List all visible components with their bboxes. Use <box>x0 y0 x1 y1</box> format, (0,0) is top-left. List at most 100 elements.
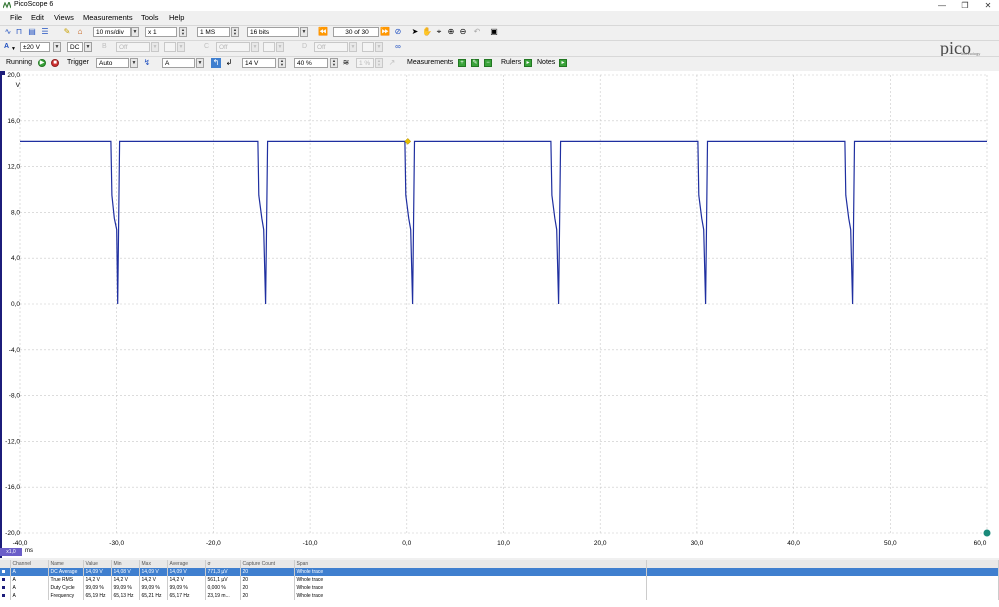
table-cell: Whole trace <box>294 568 647 576</box>
trigger-marker <box>404 138 412 145</box>
chevron-down-icon[interactable]: ▼ <box>300 27 308 37</box>
table-cell: 14,09 V <box>83 568 112 576</box>
table-cell: A <box>10 584 49 592</box>
menu-bar: File Edit Views Measurements Tools Help <box>0 11 999 24</box>
measurement-row[interactable]: A DC Average 14,09 V 14,08 V 14,09 V 14,09 V7… <box>0 568 999 576</box>
timebase-select[interactable]: 10 ms/div <box>93 27 131 37</box>
zoom-spinner[interactable]: ▲ ▼ <box>179 27 187 37</box>
menu-file[interactable]: File <box>10 13 22 22</box>
table-cell: True RMS <box>48 576 84 584</box>
notes-toggle-icon[interactable]: ▸ <box>559 59 567 67</box>
row-marker-header <box>0 560 11 568</box>
menu-measurements[interactable]: Measurements <box>83 13 133 22</box>
edit-measurement-icon[interactable]: ✎ <box>471 59 479 67</box>
serial-decode-icon[interactable]: ☰ <box>40 27 50 37</box>
table-cell: 65,13 Hz <box>111 592 140 600</box>
start-icon[interactable]: ▶ <box>38 59 46 67</box>
column-header[interactable]: Value <box>83 560 112 568</box>
rewind-icon[interactable]: ⏪ <box>318 27 328 37</box>
buffer-navigator[interactable]: 30 of 30 <box>333 27 379 37</box>
x-tick-label: 40,0 <box>787 540 800 547</box>
y-tick-label: -20,0 <box>5 530 20 537</box>
column-header[interactable]: Channel <box>10 560 49 568</box>
close-icon[interactable]: ✕ <box>976 0 999 11</box>
range-select[interactable]: ±20 V <box>20 42 50 52</box>
table-cell: 14,2 V <box>167 576 206 584</box>
trigger-mode-select[interactable]: Auto <box>96 58 129 68</box>
table-cell: 14,09 V <box>167 568 206 576</box>
channel-a-label[interactable]: A <box>4 43 9 50</box>
zoom-out-icon[interactable]: ⊖ <box>458 27 468 37</box>
chevron-down-icon[interactable]: ▼ <box>130 58 138 68</box>
column-header[interactable]: Name <box>48 560 84 568</box>
column-header[interactable]: σ <box>205 560 241 568</box>
cell-filler <box>646 568 999 576</box>
chevron-down-icon[interactable]: ▼ <box>196 58 204 68</box>
threshold-spinner[interactable]: ▲ ▼ <box>278 58 286 68</box>
zoom-fit-icon[interactable]: ▣ <box>489 27 499 37</box>
restore-icon[interactable]: ❐ <box>953 0 977 11</box>
table-cell: 20 <box>240 592 295 600</box>
notes-label: Notes <box>537 59 556 66</box>
pointer-tool-icon[interactable]: ➤ <box>410 27 420 37</box>
column-header[interactable]: Average <box>167 560 206 568</box>
probe-icon[interactable]: ✎ <box>62 27 72 37</box>
x-tick-label: 30,0 <box>691 540 704 547</box>
pre-trigger-input[interactable]: 40 % <box>294 58 328 68</box>
menu-edit[interactable]: Edit <box>31 13 44 22</box>
add-measurement-icon[interactable]: + <box>458 59 466 67</box>
measurement-row[interactable]: A True RMS 14,2 V 14,2 V 14,2 V 14,2 V 561,1 µ… <box>0 576 999 584</box>
menu-help[interactable]: Help <box>169 13 184 22</box>
samples-select[interactable]: 1 MS <box>197 27 230 37</box>
x-tick-label: 60,0 <box>974 540 987 547</box>
samples-spinner[interactable]: ▲ ▼ <box>231 27 239 37</box>
advanced-trigger-icon[interactable]: ↯ <box>142 58 152 68</box>
x-tick-label: -30,0 <box>109 540 124 547</box>
column-header[interactable]: Min <box>111 560 140 568</box>
stop-icon[interactable]: ■ <box>51 59 59 67</box>
undo-zoom-icon[interactable]: ↶ <box>472 27 482 37</box>
menu-tools[interactable]: Tools <box>141 13 159 22</box>
post-trigger-spinner: ▲ ▼ <box>375 58 383 68</box>
row-marker-icon <box>0 568 11 576</box>
zoom-in-icon[interactable]: ⊕ <box>446 27 456 37</box>
chevron-down-icon[interactable]: ▼ <box>84 42 92 52</box>
measurement-row[interactable]: A Duty Cycle 99,09 % 99,09 % 99,09 % 99,09 % 0… <box>0 584 999 592</box>
oscilloscope-plot[interactable]: 20,0 16,0 12,0 8,0 4,0 0,0 -4,0 -8,0 -12,0 -16,0 -… <box>0 71 999 558</box>
channel-options-icon[interactable]: ▼ <box>11 46 16 52</box>
resolution-select[interactable]: 16 bits <box>247 27 299 37</box>
column-filler <box>646 560 999 568</box>
coupling-select[interactable]: DC <box>67 42 83 52</box>
measurement-row[interactable]: A Frequency 65,19 Hz 65,13 Hz 65,21 Hz 65,17 … <box>0 592 999 600</box>
trigger-channel-select[interactable]: A <box>162 58 195 68</box>
chevron-down-icon[interactable]: ▼ <box>53 42 61 52</box>
math-channels-icon[interactable]: ∞ <box>393 42 403 52</box>
y-axis: 20,0 16,0 12,0 8,0 4,0 0,0 -4,0 -8,0 -12,0 -16,0 -… <box>5 72 20 537</box>
post-trigger-icon[interactable]: ≋ <box>341 58 351 68</box>
menu-views[interactable]: Views <box>54 13 74 22</box>
scope-mode-icon[interactable]: ∿ <box>3 27 13 37</box>
zoom-select[interactable]: x 1 <box>145 27 177 37</box>
column-header[interactable]: Capture Count <box>240 560 295 568</box>
pre-trigger-spinner[interactable]: ▲ ▼ <box>330 58 338 68</box>
x-unit-badge[interactable]: x1,0 <box>0 548 22 556</box>
zoom-region-icon[interactable]: ⌖ <box>434 27 444 37</box>
column-header[interactable]: Max <box>139 560 168 568</box>
chevron-down-icon[interactable]: ▼ <box>131 27 139 37</box>
persistence-mode-icon[interactable]: ⊓ <box>14 27 24 37</box>
home-icon[interactable]: ⌂ <box>75 27 85 37</box>
spectrum-mode-icon[interactable]: ▤ <box>27 27 37 37</box>
next-buffer-icon[interactable]: ⏩ <box>380 27 390 37</box>
buffer-overview-icon[interactable]: ⊘ <box>393 27 403 37</box>
table-cell: A <box>10 568 49 576</box>
table-cell: 561,1 µV <box>205 576 241 584</box>
hand-tool-icon[interactable]: ✋ <box>422 27 432 37</box>
threshold-input[interactable]: 14 V <box>242 58 276 68</box>
rulers-label: Rulers <box>501 59 522 66</box>
delete-measurement-icon[interactable]: − <box>484 59 492 67</box>
rulers-settings-icon[interactable]: ▸ <box>524 59 532 67</box>
rising-edge-icon[interactable]: ↰ <box>211 58 221 68</box>
minimize-icon[interactable]: — <box>930 0 954 11</box>
falling-edge-icon[interactable]: ↲ <box>224 58 234 68</box>
column-header[interactable]: Span <box>294 560 647 568</box>
